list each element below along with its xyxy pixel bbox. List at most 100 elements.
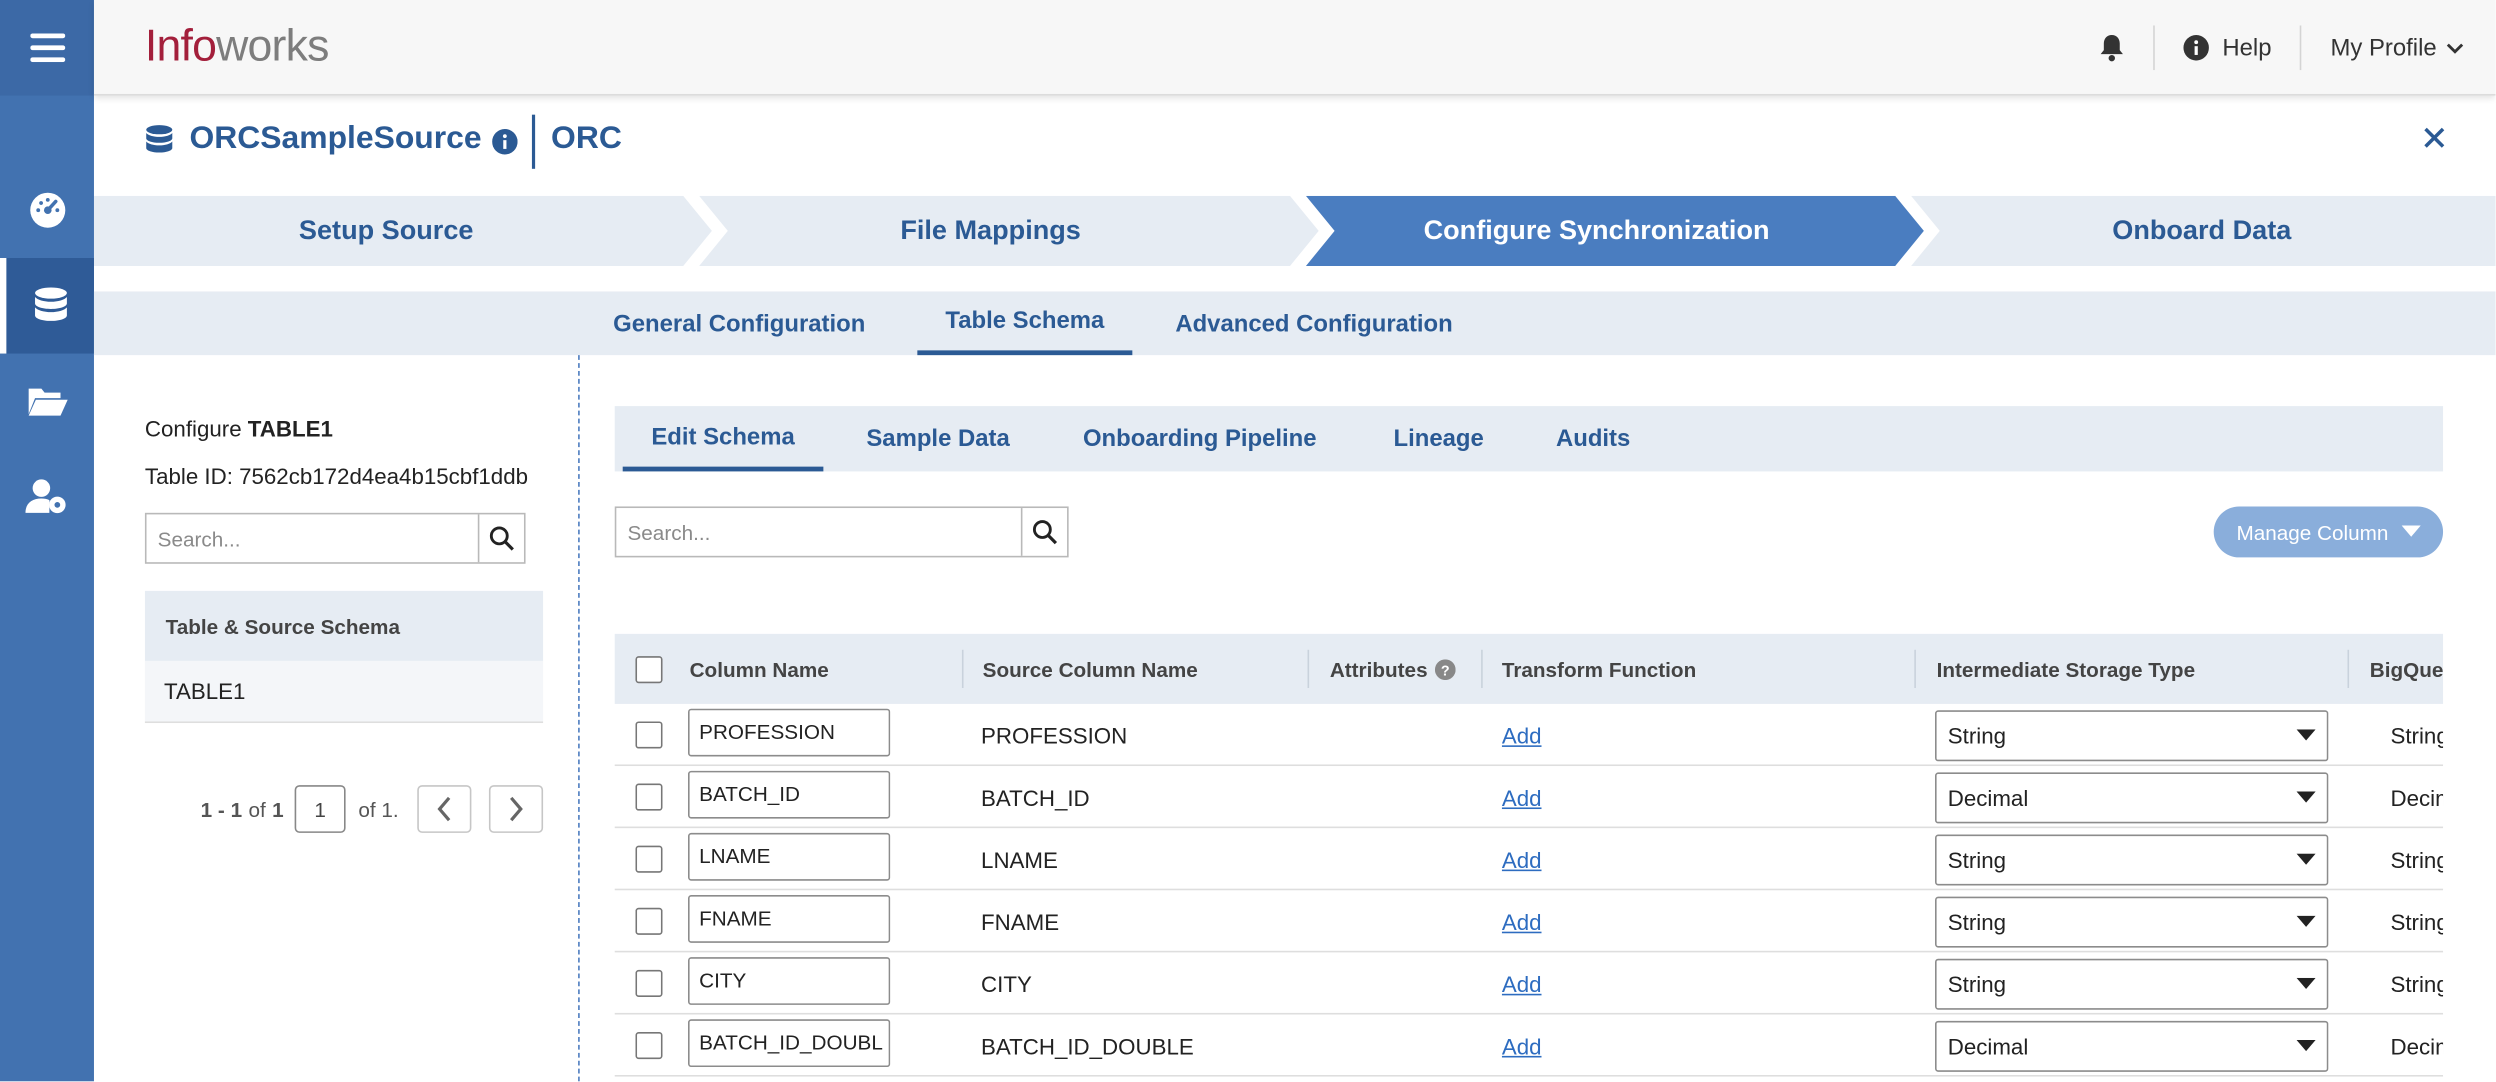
step-configure-synchronization[interactable]: Configure Synchronization xyxy=(1322,196,1871,266)
caret-down-icon xyxy=(2296,1039,2316,1051)
source-info-icon[interactable] xyxy=(492,129,518,155)
tab-edit-schema[interactable]: Edit Schema xyxy=(622,406,824,472)
column-name-cell: LNAME xyxy=(688,828,891,890)
schema-tabs: Edit Schema Sample Data Onboarding Pipel… xyxy=(614,406,2444,472)
row-checkbox[interactable] xyxy=(635,907,663,935)
storage-type-select[interactable]: Decimal xyxy=(1935,1020,2329,1072)
sidebar-item-sources[interactable] xyxy=(0,258,94,354)
tab-table-schema[interactable]: Table Schema xyxy=(917,291,1133,356)
previous-page-button[interactable] xyxy=(417,785,472,833)
caret-down-icon xyxy=(2296,790,2316,802)
header-attributes: Attributes ? xyxy=(1330,634,1457,704)
storage-type-select[interactable]: String xyxy=(1935,957,2329,1009)
header-transform-function: Transform Function xyxy=(1501,656,1697,681)
manage-column-button[interactable]: Manage Column xyxy=(2213,506,2444,558)
row-select-cell xyxy=(635,1014,663,1076)
panel-divider xyxy=(578,355,580,1082)
add-transform-link[interactable]: Add xyxy=(1502,1033,1542,1058)
title-divider xyxy=(531,114,536,169)
row-select-cell xyxy=(635,704,663,766)
column-name-input[interactable]: PROFESSION xyxy=(688,707,891,756)
add-transform-link[interactable]: Add xyxy=(1502,971,1542,996)
sidebar-item-dashboard[interactable] xyxy=(0,162,94,258)
table-search-input[interactable] xyxy=(146,514,478,563)
row-checkbox[interactable] xyxy=(635,783,663,811)
storage-type-value: String xyxy=(1947,970,2007,997)
storage-type-cell: String xyxy=(1935,828,2329,890)
add-transform-link[interactable]: Add xyxy=(1502,846,1542,871)
column-name-input[interactable]: CITY xyxy=(688,956,891,1005)
storage-type-select[interactable]: String xyxy=(1935,895,2329,947)
step-onboard-data[interactable]: Onboard Data xyxy=(1927,196,2476,266)
column-search-button[interactable] xyxy=(1020,508,1067,556)
column-name-input[interactable]: BATCH_ID_DOUBL xyxy=(688,1018,891,1067)
row-checkbox[interactable] xyxy=(635,1032,663,1060)
next-page-button[interactable] xyxy=(488,785,544,833)
menu-button[interactable] xyxy=(0,0,94,96)
column-name-input[interactable]: LNAME xyxy=(688,832,891,880)
caret-down-icon xyxy=(2296,728,2316,740)
profile-menu[interactable]: My Profile xyxy=(2330,34,2464,62)
row-checkbox[interactable] xyxy=(635,969,663,997)
close-icon[interactable] xyxy=(2424,127,2445,148)
tab-audits[interactable]: Audits xyxy=(1556,406,1630,471)
row-select-cell xyxy=(635,890,663,952)
table-list-item[interactable]: TABLE1 xyxy=(144,660,544,724)
tab-advanced-configuration[interactable]: Advanced Configuration xyxy=(1175,291,1452,355)
add-transform-link[interactable]: Add xyxy=(1502,722,1542,747)
infoworks-logo[interactable]: Infoworks xyxy=(145,21,329,72)
tab-sample-data[interactable]: Sample Data xyxy=(866,406,1009,471)
row-select-cell xyxy=(635,766,663,828)
storage-type-select[interactable]: Decimal xyxy=(1935,771,2329,823)
logo-text-info: Info xyxy=(144,20,217,71)
svg-text:?: ? xyxy=(1442,662,1451,678)
select-all-checkbox[interactable] xyxy=(635,655,663,683)
add-transform-link[interactable]: Add xyxy=(1502,784,1542,809)
topbar-divider xyxy=(2300,25,2302,71)
column-name-cell: FNAME xyxy=(688,890,891,952)
sidebar-item-files[interactable] xyxy=(0,354,94,450)
header-column-name[interactable]: Column Name xyxy=(690,634,829,704)
column-name-input[interactable]: FNAME xyxy=(688,894,891,943)
add-transform-link[interactable]: Add xyxy=(1502,909,1542,934)
header-divider xyxy=(1307,649,1310,689)
column-name-input[interactable]: BATCH_ID xyxy=(688,770,891,818)
source-column-cell: BATCH_ID_DOUBLE xyxy=(981,1032,1194,1059)
header-divider xyxy=(1914,649,1916,689)
storage-type-select[interactable]: String xyxy=(1935,709,2329,761)
help-circle-icon[interactable]: ? xyxy=(1435,658,1457,680)
sidebar-item-admin[interactable] xyxy=(0,449,94,545)
source-column-cell: FNAME xyxy=(981,908,1060,935)
notifications-button[interactable] xyxy=(2100,33,2125,62)
chevron-down-icon xyxy=(2446,42,2464,53)
help-button[interactable]: Help xyxy=(2184,34,2272,61)
pagination-summary: 1 - 1 of 1 xyxy=(201,798,284,822)
header-storage-type: Intermediate Storage Type xyxy=(1936,656,2196,681)
step-setup-source[interactable]: Setup Source xyxy=(94,196,678,266)
header-divider xyxy=(1481,649,1483,689)
table-search-button[interactable] xyxy=(477,514,524,563)
source-title-bar: ORCSampleSource ORC xyxy=(94,96,2496,188)
hamburger-icon xyxy=(29,33,65,63)
column-search-input[interactable] xyxy=(616,508,1021,556)
step-file-mappings[interactable]: File Mappings xyxy=(715,196,1266,266)
chevron-right-icon xyxy=(510,796,523,822)
storage-type-cell: Decimal xyxy=(1935,1014,2329,1076)
row-checkbox[interactable] xyxy=(635,721,663,749)
transform-cell: Add xyxy=(1502,952,1542,1014)
row-checkbox[interactable] xyxy=(635,845,663,873)
tab-general-configuration[interactable]: General Configuration xyxy=(613,291,865,355)
header-source-column-name[interactable]: Source Column Name xyxy=(983,634,1198,704)
table-list-header: Table & Source Schema xyxy=(144,590,544,661)
tab-lineage[interactable]: Lineage xyxy=(1394,406,1484,471)
table-row: CITY CITY Add String String xyxy=(614,952,2443,1015)
storage-type-cell: String xyxy=(1935,952,2329,1014)
page-number-input[interactable]: 1 xyxy=(294,785,346,833)
folder-open-icon xyxy=(27,388,67,416)
profile-label: My Profile xyxy=(2330,34,2437,62)
tab-onboarding-pipeline[interactable]: Onboarding Pipeline xyxy=(1083,406,1317,471)
column-name-cell: BATCH_ID xyxy=(688,766,891,828)
transform-cell: Add xyxy=(1502,890,1542,952)
storage-type-select[interactable]: String xyxy=(1935,833,2329,885)
storage-type-cell: String xyxy=(1935,704,2329,766)
